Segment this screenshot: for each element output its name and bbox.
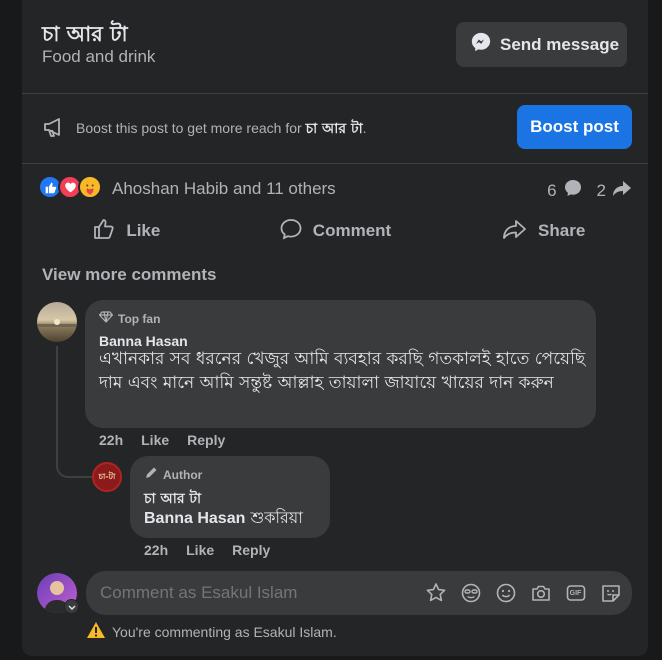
gif-label: GIF xyxy=(569,589,582,597)
boost-prefix: Boost this post to get more reach for xyxy=(76,119,306,136)
reply-like-link[interactable]: Like xyxy=(186,542,214,558)
messenger-icon xyxy=(470,31,492,58)
comment-bubble-icon xyxy=(563,178,583,203)
megaphone-icon xyxy=(42,116,68,141)
comment-button[interactable]: Comment xyxy=(231,212,440,250)
share-count[interactable]: 2 xyxy=(597,181,606,201)
post-card: চা আর টা Food and drink Send message Boo… xyxy=(22,0,648,656)
reply-meta: 22h Like Reply xyxy=(144,542,270,558)
reactions-row: Ahoshan Habib and 11 others 6 2 xyxy=(22,170,648,208)
diamond-icon xyxy=(98,311,114,326)
top-fan-badge: Top fan xyxy=(98,311,161,326)
left-gutter xyxy=(0,0,22,660)
commenting-as-notice: You're commenting as Esakul Islam. xyxy=(86,621,337,642)
comment-text: এখানকার সব ধরনের খেজুর আমি ব্যবহার করছি … xyxy=(99,349,586,393)
camera-icon[interactable] xyxy=(529,581,552,604)
boost-suffix: . xyxy=(362,119,367,136)
mention-link[interactable]: Banna Hasan xyxy=(144,510,245,527)
boost-post-button[interactable]: Boost post xyxy=(517,105,632,149)
like-label: Like xyxy=(126,221,161,240)
avatar[interactable] xyxy=(37,302,77,342)
composer-tools: GIF xyxy=(424,581,622,604)
avatar-sticker-icon[interactable] xyxy=(424,581,447,604)
page-header: চা আর টা Food and drink Send message xyxy=(22,0,648,93)
boost-page-name: চা আর টা xyxy=(305,120,363,137)
reply-body: শুকরিয়া xyxy=(245,508,303,527)
send-message-button[interactable]: Send message xyxy=(456,22,627,67)
comment-bubble: Top fan Banna Hasan এখানকার সব ধরনের খেজ… xyxy=(85,300,596,428)
comment-count[interactable]: 6 xyxy=(547,181,556,201)
comment-meta: 22h Like Reply xyxy=(99,432,225,448)
comment-time[interactable]: 22h xyxy=(99,432,123,448)
view-more-comments-link[interactable]: View more comments xyxy=(42,265,216,285)
reply-reply-link[interactable]: Reply xyxy=(232,542,270,558)
like-button[interactable]: Like xyxy=(22,212,231,250)
share-label: Share xyxy=(538,221,586,240)
sticker-icon[interactable] xyxy=(599,581,622,604)
page-category: Food and drink xyxy=(42,47,156,66)
warning-icon xyxy=(86,621,106,642)
comment-composer: GIF xyxy=(86,571,632,615)
user-avatar-menu-chevron[interactable] xyxy=(64,599,79,614)
care-icon xyxy=(78,175,102,199)
post-actions: Like Comment Share xyxy=(22,212,648,250)
boost-text: Boost this post to get more reach for চা… xyxy=(42,116,367,141)
notice-text: You're commenting as Esakul Islam. xyxy=(112,623,337,640)
boost-bar: Boost this post to get more reach for চা… xyxy=(22,93,648,164)
share-arrow-icon xyxy=(612,178,632,203)
reply-time[interactable]: 22h xyxy=(144,542,168,558)
comment-icon xyxy=(279,217,303,246)
author-badge: Author xyxy=(144,466,202,483)
reaction-names[interactable]: Ahoshan Habib and 11 others xyxy=(112,179,336,199)
comment-label: Comment xyxy=(312,221,392,240)
badge-label: Author xyxy=(163,467,203,482)
send-message-label: Send message xyxy=(500,34,620,54)
reaction-icons[interactable] xyxy=(38,175,102,199)
page-avatar[interactable]: চা-টা xyxy=(92,462,122,492)
comment-input[interactable] xyxy=(100,583,420,603)
thumbs-up-icon xyxy=(92,217,116,246)
comment-reply-link[interactable]: Reply xyxy=(187,432,225,448)
share-icon xyxy=(502,217,528,246)
engagement-counts: 6 2 xyxy=(547,178,632,203)
page-avatar-logo: চা-টা xyxy=(98,471,116,481)
smiley-icon[interactable] xyxy=(494,581,517,604)
badge-label: Top fan xyxy=(118,311,161,326)
comment-like-link[interactable]: Like xyxy=(141,432,169,448)
reply-text: Banna Hasan শুকরিয়া xyxy=(144,506,303,531)
pencil-icon xyxy=(144,466,158,483)
emoji-face-icon[interactable] xyxy=(459,581,482,604)
share-button[interactable]: Share xyxy=(439,212,648,250)
chevron-down-icon xyxy=(68,598,76,616)
reply-bubble: Author চা আর টা Banna Hasan শুকরিয়া xyxy=(130,456,330,538)
gif-icon[interactable]: GIF xyxy=(564,581,587,604)
